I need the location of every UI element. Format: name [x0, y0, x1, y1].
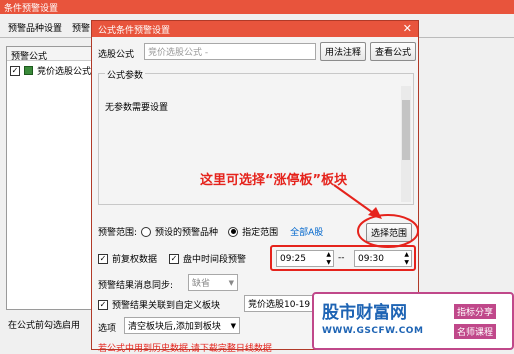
watermark-tag2: 名师课程 [454, 324, 497, 339]
adjust-label: 前复权数据 [112, 255, 158, 265]
formula-select-value: 竞价选股公式 - [148, 48, 209, 58]
watermark-tag1: 指标分享 [454, 304, 497, 319]
params-text: 无参数需要设置 [105, 103, 169, 113]
adjust-checkbox[interactable]: ✓ [98, 253, 108, 264]
link-block-checkbox[interactable]: ✓ [98, 299, 108, 310]
formula-label: 选股公式 [98, 50, 135, 60]
link-block-label: 预警结果关联到自定义板块 [112, 301, 221, 311]
formula-item-label: 竞价选股公式 [37, 67, 92, 77]
range-preset-label: 预设的预警品种 [155, 228, 219, 238]
params-group-label: 公式参数 [105, 68, 146, 81]
sync-label: 预警结果消息同步: [98, 281, 174, 291]
formula-enable-checkbox[interactable]: ✓ [10, 65, 20, 76]
history-warning: 若公式中用到历史数据,请下载完整日线数据 [98, 344, 272, 354]
watermark-url: WWW.GSCFW.COM [322, 326, 424, 336]
options-value: 清空板块后,添加到板块 [128, 322, 221, 332]
highlight-circle [357, 214, 419, 248]
spin-icon[interactable]: ▲ ▼ [404, 251, 409, 267]
time-start-value: 09:25 [280, 253, 306, 264]
list-item[interactable]: ✓ 竞价选股公式 [7, 61, 95, 80]
intraday-label: 盘中时间段预警 [183, 255, 247, 265]
outer-title-bar: 条件预警设置 [0, 0, 514, 14]
outer-title: 条件预警设置 [4, 3, 59, 14]
sync-select[interactable]: 缺省 ▼ [188, 274, 238, 291]
formula-list-header: 预警公式 [7, 47, 95, 62]
view-formula-button[interactable]: 查看公式 [370, 42, 416, 61]
time-separator: -- [338, 253, 345, 263]
range-preset-radio[interactable] [141, 226, 152, 237]
enable-hint: 在公式前勾选启用 [8, 321, 81, 331]
usage-note-button[interactable]: 用法注释 [320, 42, 366, 61]
chevron-down-icon[interactable]: ▼ [229, 279, 234, 287]
time-range-box: 09:25 ▲ ▼ -- 09:30 ▲ ▼ [270, 245, 416, 271]
link-block-value: 竞价选股10-19 [248, 300, 311, 310]
range-label: 预警范围: [98, 228, 138, 238]
range-custom-label: 指定范围 [242, 228, 279, 238]
time-start-input[interactable]: 09:25 ▲ ▼ [276, 250, 334, 267]
tab-variety-settings[interactable]: 预警品种设置 [8, 21, 62, 34]
close-icon[interactable]: ✕ [403, 22, 412, 35]
dialog-title: 公式条件预警设置 [98, 25, 171, 36]
params-scrollbar[interactable] [401, 86, 411, 202]
time-end-input[interactable]: 09:30 ▲ ▼ [354, 250, 412, 267]
range-row: 预警范围: 预设的预警品种 指定范围 全部A股 [98, 225, 323, 238]
spin-icon[interactable]: ▲ ▼ [326, 251, 331, 267]
adjust-row: ✓ 前复权数据 ✓ 盘中时间段预警 [98, 252, 246, 265]
watermark-brand: 股市财富网 [322, 303, 407, 323]
options-select[interactable]: 清空板块后,添加到板块 ▼ [124, 317, 240, 334]
time-end-value: 09:30 [358, 253, 384, 264]
annotation-text: 这里可选择“涨停板”板块 [200, 173, 348, 188]
params-scroll-thumb[interactable] [402, 100, 410, 160]
range-custom-radio[interactable] [228, 226, 239, 237]
all-a-shares-link[interactable]: 全部A股 [290, 225, 323, 238]
options-label: 选项 [98, 324, 117, 334]
chevron-down-icon[interactable]: ▼ [231, 322, 236, 330]
link-block-row: ✓ 预警结果关联到自定义板块 [98, 298, 220, 311]
tab-alert[interactable]: 预警 [72, 21, 90, 34]
sync-value: 缺省 [192, 279, 211, 289]
formula-select[interactable]: 竞价选股公式 - [144, 43, 316, 60]
formula-list[interactable]: 预警公式 ✓ 竞价选股公式 [6, 46, 96, 310]
intraday-checkbox[interactable]: ✓ [169, 253, 180, 264]
watermark: 股市财富网 WWW.GSCFW.COM 指标分享 名师课程 [312, 292, 514, 350]
formula-icon [24, 66, 33, 75]
dialog-title-bar: 公式条件预警设置 ✕ [92, 21, 418, 37]
